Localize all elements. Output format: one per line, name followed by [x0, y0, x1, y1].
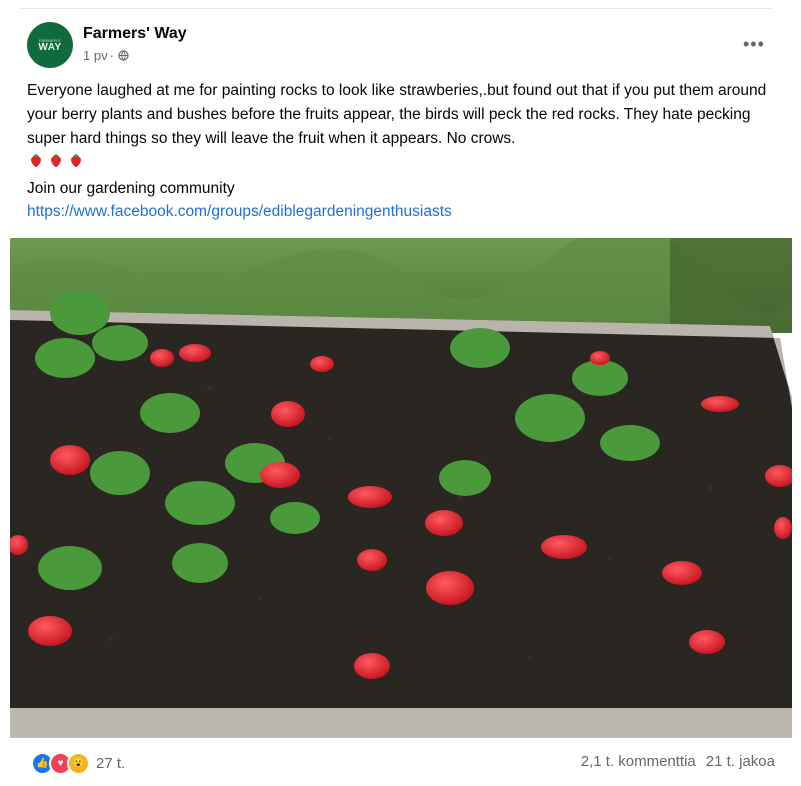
divider [20, 8, 773, 9]
join-text: Join our gardening community [27, 180, 235, 197]
globe-icon [118, 50, 129, 61]
post-photo[interactable] [10, 238, 792, 738]
post-time[interactable]: 1 pv [83, 48, 108, 63]
wow-icon: 😮 [67, 752, 90, 775]
comment-count[interactable]: 2,1 t. kommenttia [581, 753, 696, 770]
meta-separator: · [109, 48, 114, 63]
reactions-bar[interactable]: 👍 ♥ 😮 27 t. [31, 752, 125, 775]
post-text: Everyone laughed at me for painting rock… [27, 82, 767, 147]
post-meta: 1 pv · [83, 48, 129, 63]
reaction-count[interactable]: 27 t. [96, 755, 125, 772]
share-count[interactable]: 21 t. jakoa [706, 753, 775, 770]
post-stats: 2,1 t. kommenttia 21 t. jakoa [581, 753, 775, 770]
group-link[interactable]: https://www.facebook.com/groups/ediblega… [27, 203, 452, 221]
strawberry-emojis [28, 152, 84, 168]
avatar-logo-text: WAY [38, 41, 62, 53]
strawberry-icon [31, 154, 41, 167]
more-options-icon[interactable]: ••• [743, 34, 765, 55]
strawberry-icon [51, 154, 61, 167]
strawberry-icon [71, 154, 81, 167]
post-author[interactable]: Farmers' Way [83, 25, 187, 43]
avatar[interactable]: FARMERS' WAY [27, 22, 73, 68]
